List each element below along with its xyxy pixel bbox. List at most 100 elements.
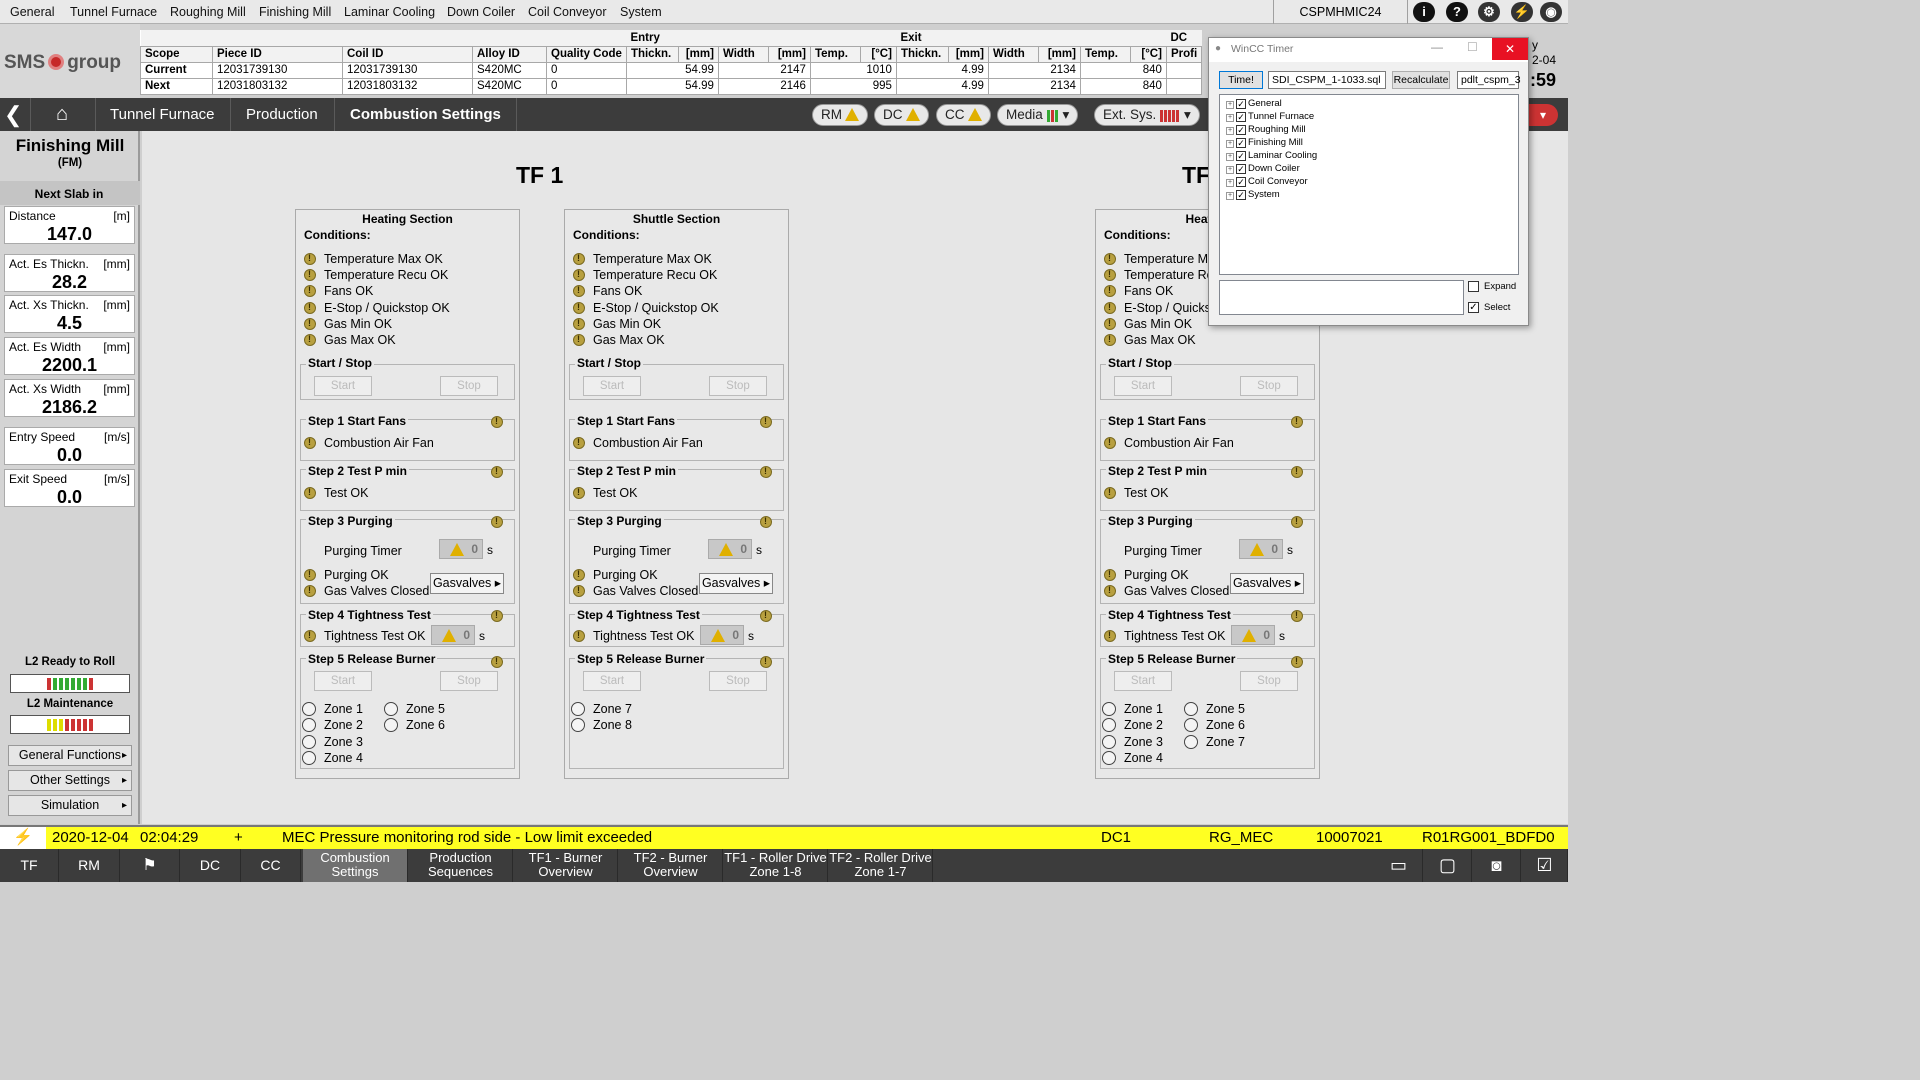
info-icon[interactable]: i [1413, 2, 1435, 22]
zone-radio[interactable]: Zone 5 [384, 702, 445, 716]
zone-radio[interactable]: Zone 3 [1102, 735, 1163, 749]
stop-button[interactable]: Stop [440, 671, 498, 691]
tab-tf1-burner-overview[interactable]: TF1 - Burner Overview [514, 849, 618, 882]
tree-node[interactable]: + ✓ Finishing Mill [1226, 137, 1303, 149]
tree-node[interactable]: + ✓ Roughing Mill [1226, 124, 1306, 136]
fan-label: Combustion Air Fan [324, 436, 434, 450]
dialog-titlebar[interactable]: ● WinCC Timer — ☐ ✕ [1209, 38, 1528, 62]
tree-node[interactable]: + ✓ Down Coiler [1226, 163, 1300, 175]
alarm-bar[interactable]: ⚡ 2020-12-04 02:04:29 + MEC Pressure mon… [0, 825, 1568, 849]
tree-node[interactable]: + ✓ System [1226, 189, 1280, 201]
general-functions-button[interactable]: General Functions [8, 745, 132, 766]
select-checkbox[interactable]: ✓ [1468, 302, 1479, 313]
status-pill-media[interactable]: Media ▾ [997, 104, 1079, 126]
zone-radio[interactable]: Zone 6 [384, 718, 445, 732]
camera-icon[interactable]: ◙ [1473, 849, 1521, 882]
server-input[interactable]: pdlt_cspm_3 [1457, 71, 1521, 89]
start-button[interactable]: Start [1114, 376, 1172, 396]
checklist-icon[interactable]: ☑ [1522, 849, 1568, 882]
start-button[interactable]: Start [314, 376, 372, 396]
zone-radio[interactable]: Zone 4 [302, 751, 363, 765]
zone-radio[interactable]: Zone 1 [1102, 702, 1163, 716]
lightning-icon[interactable]: ⚡ [1511, 2, 1533, 22]
monitor-icon[interactable]: ▢ [1424, 849, 1472, 882]
back-icon[interactable]: ❮ [4, 98, 22, 131]
table-row[interactable]: Current 12031739130 12031739130 S420MC 0… [140, 61, 1203, 79]
stop-button[interactable]: Stop [709, 671, 767, 691]
zone-radio[interactable]: Zone 6 [1184, 718, 1245, 732]
tab-combustion-settings[interactable]: Combustion Settings [303, 849, 408, 882]
stop-button[interactable]: Stop [440, 376, 498, 396]
screen-layout-icon[interactable]: ▭ [1375, 849, 1423, 882]
tree-node[interactable]: + ✓ General [1226, 98, 1282, 110]
gear-icon[interactable]: ⚙ [1478, 2, 1500, 22]
tree-node[interactable]: + ✓ Laminar Cooling [1226, 150, 1317, 162]
host-name[interactable]: CSPMHMIC24 [1273, 0, 1408, 24]
breadcrumb-production[interactable]: Production [246, 98, 318, 131]
zone-radio[interactable]: Zone 4 [1102, 751, 1163, 765]
zone-radio[interactable]: Zone 1 [302, 702, 363, 716]
zone-radio[interactable]: Zone 3 [302, 735, 363, 749]
menu-down-coiler[interactable]: Down Coiler [447, 5, 515, 19]
status-pill-ext-sys[interactable]: Ext. Sys. ▾ [1094, 104, 1200, 126]
status-pill-dc[interactable]: DC [874, 104, 929, 126]
menu-system[interactable]: System [620, 5, 662, 19]
menu-general[interactable]: General [10, 5, 54, 19]
zone-radio[interactable]: Zone 5 [1184, 702, 1245, 716]
time-button[interactable]: Time! [1219, 71, 1263, 89]
start-button[interactable]: Start [1114, 671, 1172, 691]
gasvalves-button[interactable]: Gasvalves ▸ [430, 573, 504, 594]
tab-production-sequences[interactable]: Production Sequences [409, 849, 513, 882]
gasvalves-button[interactable]: Gasvalves ▸ [699, 573, 773, 594]
tab-tf2-roller-drive[interactable]: TF2 - Roller Drive Zone 1-7 [829, 849, 933, 882]
tightness-timer-value: 0 [700, 625, 744, 645]
menu-laminar-cooling[interactable]: Laminar Cooling [344, 5, 435, 19]
eye-icon[interactable]: ◉ [1540, 2, 1562, 22]
expand-checkbox[interactable] [1468, 281, 1479, 292]
zone-radio[interactable]: Zone 2 [1102, 718, 1163, 732]
lightning-icon[interactable]: ⚡ [0, 827, 46, 849]
recalculate-button[interactable]: Recalculate [1392, 71, 1450, 89]
gasvalves-button[interactable]: Gasvalves ▸ [1230, 573, 1304, 594]
maximize-icon[interactable]: ☐ [1467, 40, 1478, 54]
breadcrumb-tunnel-furnace[interactable]: Tunnel Furnace [110, 98, 215, 131]
zone-radio[interactable]: Zone 7 [1184, 735, 1245, 749]
zone-radio[interactable]: Zone 8 [571, 718, 632, 732]
purging-timer-label: Purging Timer [593, 544, 671, 558]
other-settings-button[interactable]: Other Settings [8, 770, 132, 791]
output-textbox[interactable] [1219, 280, 1464, 315]
stop-button[interactable]: Stop [1240, 376, 1298, 396]
tree-node[interactable]: + ✓ Tunnel Furnace [1226, 111, 1314, 123]
tree-node[interactable]: + ✓ Coil Conveyor [1226, 176, 1308, 188]
tab-rm[interactable]: RM [59, 849, 120, 882]
flag-icon[interactable]: ⚑ [120, 849, 180, 882]
help-icon[interactable]: ? [1446, 2, 1468, 22]
tab-tf2-burner-overview[interactable]: TF2 - Burner Overview [619, 849, 723, 882]
zone-radio[interactable]: Zone 7 [571, 702, 632, 716]
home-icon[interactable]: ⌂ [56, 98, 68, 131]
tab-cc[interactable]: CC [241, 849, 301, 882]
menu-roughing-mill[interactable]: Roughing Mill [170, 5, 246, 19]
zone-radio[interactable]: Zone 2 [302, 718, 363, 732]
dropdown-chevron-icon[interactable]: ▾ [1528, 104, 1558, 126]
menu-coil-conveyor[interactable]: Coil Conveyor [528, 5, 607, 19]
row-scope: Next [140, 77, 213, 95]
sql-file-input[interactable]: SDI_CSPM_1-1033.sql [1268, 71, 1386, 89]
menu-tunnel-furnace[interactable]: Tunnel Furnace [70, 5, 157, 19]
tab-tf1-roller-drive[interactable]: TF1 - Roller Drive Zone 1-8 [724, 849, 828, 882]
minimize-icon[interactable]: — [1431, 40, 1443, 54]
stop-button[interactable]: Stop [709, 376, 767, 396]
tab-dc[interactable]: DC [180, 849, 241, 882]
simulation-button[interactable]: Simulation [8, 795, 132, 816]
status-pill-cc[interactable]: CC [936, 104, 991, 126]
status-pill-rm[interactable]: RM [812, 104, 868, 126]
close-icon[interactable]: ✕ [1492, 38, 1528, 60]
table-row[interactable]: Next 12031803132 12031803132 S420MC 0 54… [140, 77, 1203, 95]
stop-button[interactable]: Stop [1240, 671, 1298, 691]
menu-finishing-mill[interactable]: Finishing Mill [259, 5, 331, 19]
start-button[interactable]: Start [583, 671, 641, 691]
condition-label: Temperature Max OK [324, 252, 443, 266]
tab-tf[interactable]: TF [0, 849, 59, 882]
start-button[interactable]: Start [314, 671, 372, 691]
start-button[interactable]: Start [583, 376, 641, 396]
